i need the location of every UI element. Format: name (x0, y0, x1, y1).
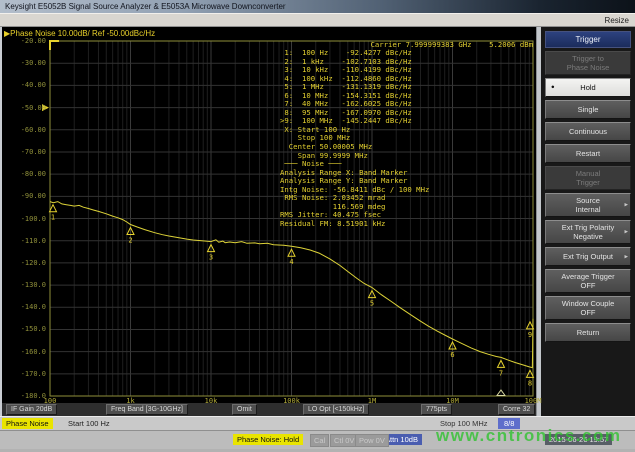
y-axis-tick-label: -100.0 (2, 215, 46, 223)
status-segment-corre-32: Corre 32 (498, 404, 535, 415)
title-bar: Keysight E5052B Signal Source Analyzer &… (0, 0, 635, 13)
y-axis-tick-label: -20.00 (2, 37, 46, 45)
y-axis-tick-label: -60.00 (2, 126, 46, 134)
y-axis-tick-label: -130.0 (2, 281, 46, 289)
y-axis-tick-label: -140.0 (2, 303, 46, 311)
window-title: Keysight E5052B Signal Source Analyzer &… (5, 2, 286, 11)
softkey-menu-title: Trigger (545, 31, 631, 48)
x-axis-tick-label: 10k (205, 397, 218, 405)
softkey-source-internal[interactable]: SourceInternal▸ (545, 193, 631, 217)
status-segment-freq-band-3g-10ghz: Freq Band [3G-10GHz] (106, 404, 188, 415)
softkey-continuous[interactable]: Continuous (545, 122, 631, 141)
watermark: www.cntronics.com (436, 426, 621, 446)
marker-noise-readout: 1: 100 Hz -92.4277 dBc/Hz 2: 1 kHz -102.… (280, 49, 429, 228)
softkey-manual-trigger: ManualTrigger (545, 166, 631, 190)
softkey-menu: Trigger Trigger toPhase Noise Hold● Single C… (541, 27, 635, 416)
mode-badge: Phase Noise (2, 418, 53, 429)
x-axis-tick-label: 100 (44, 397, 57, 405)
x-axis-tick-label: 100M (525, 397, 542, 405)
y-axis-tick-label: -90.00 (2, 192, 46, 200)
x-axis-tick-label: 1M (368, 397, 376, 405)
softkey-single[interactable]: Single (545, 100, 631, 119)
submenu-arrow-icon: ▸ (624, 201, 628, 210)
disabled-badge-pow-0v: Pow 0V (355, 434, 389, 447)
softkey-trigger-to-phase-noise: Trigger toPhase Noise (545, 51, 631, 75)
y-axis-tick-label: -180.0 (2, 392, 46, 400)
status-segment-lo-opt-150khz: LO Opt [<150kHz] (303, 404, 369, 415)
softkey-hold[interactable]: Hold● (545, 78, 631, 97)
x-axis-tick-label: 1k (126, 397, 134, 405)
y-axis-tick-label: -30.00 (2, 59, 46, 67)
menu-bar: Resize (0, 13, 635, 27)
status-segment-775pts: 775pts (421, 404, 452, 415)
y-axis-tick-label: -170.0 (2, 370, 46, 378)
submenu-arrow-icon: ▸ (624, 228, 628, 237)
instrument-window: Keysight E5052B Signal Source Analyzer &… (0, 0, 635, 452)
y-axis-tick-label: -150.0 (2, 325, 46, 333)
selected-bullet-icon: ● (551, 83, 555, 92)
y-axis-tick-label: -50.00 (2, 104, 46, 112)
y-axis-tick-label: -80.00 (2, 170, 46, 178)
softkey-restart[interactable]: Restart (545, 144, 631, 163)
softkey-return[interactable]: Return (545, 323, 631, 342)
resize-button[interactable]: Resize (605, 15, 629, 27)
status-segment-omit: Omit (232, 404, 257, 415)
disabled-badge-cal: Cal (310, 434, 329, 447)
start-frequency-label: Start 100 Hz (68, 418, 110, 429)
readout-line-20: Residual FM: 8.51901 kHz (280, 220, 429, 229)
y-axis-tick-label: -40.00 (2, 81, 46, 89)
softkey-average-trigger-off[interactable]: Average TriggerOFF (545, 269, 631, 293)
y-axis-tick-label: -110.0 (2, 237, 46, 245)
x-axis-tick-label: 100k (283, 397, 300, 405)
softkey-ext-trig-output[interactable]: Ext Trig Output▸ (545, 247, 631, 266)
trigger-status-badge: Phase Noise: Hold (233, 434, 303, 445)
softkey-ext-trig-polarity-negative[interactable]: Ext Trig PolarityNegative▸ (545, 220, 631, 244)
plot-panel (2, 27, 536, 416)
y-axis-tick-label: -160.0 (2, 348, 46, 356)
y-axis-tick-label: -70.00 (2, 148, 46, 156)
x-axis-tick-label: 10M (446, 397, 459, 405)
y-axis-tick-label: -120.0 (2, 259, 46, 267)
status-segment-if-gain-20db: IF Gain 20dB (6, 404, 57, 415)
submenu-arrow-icon: ▸ (624, 252, 628, 261)
softkey-window-couple-off[interactable]: Window CoupleOFF (545, 296, 631, 320)
